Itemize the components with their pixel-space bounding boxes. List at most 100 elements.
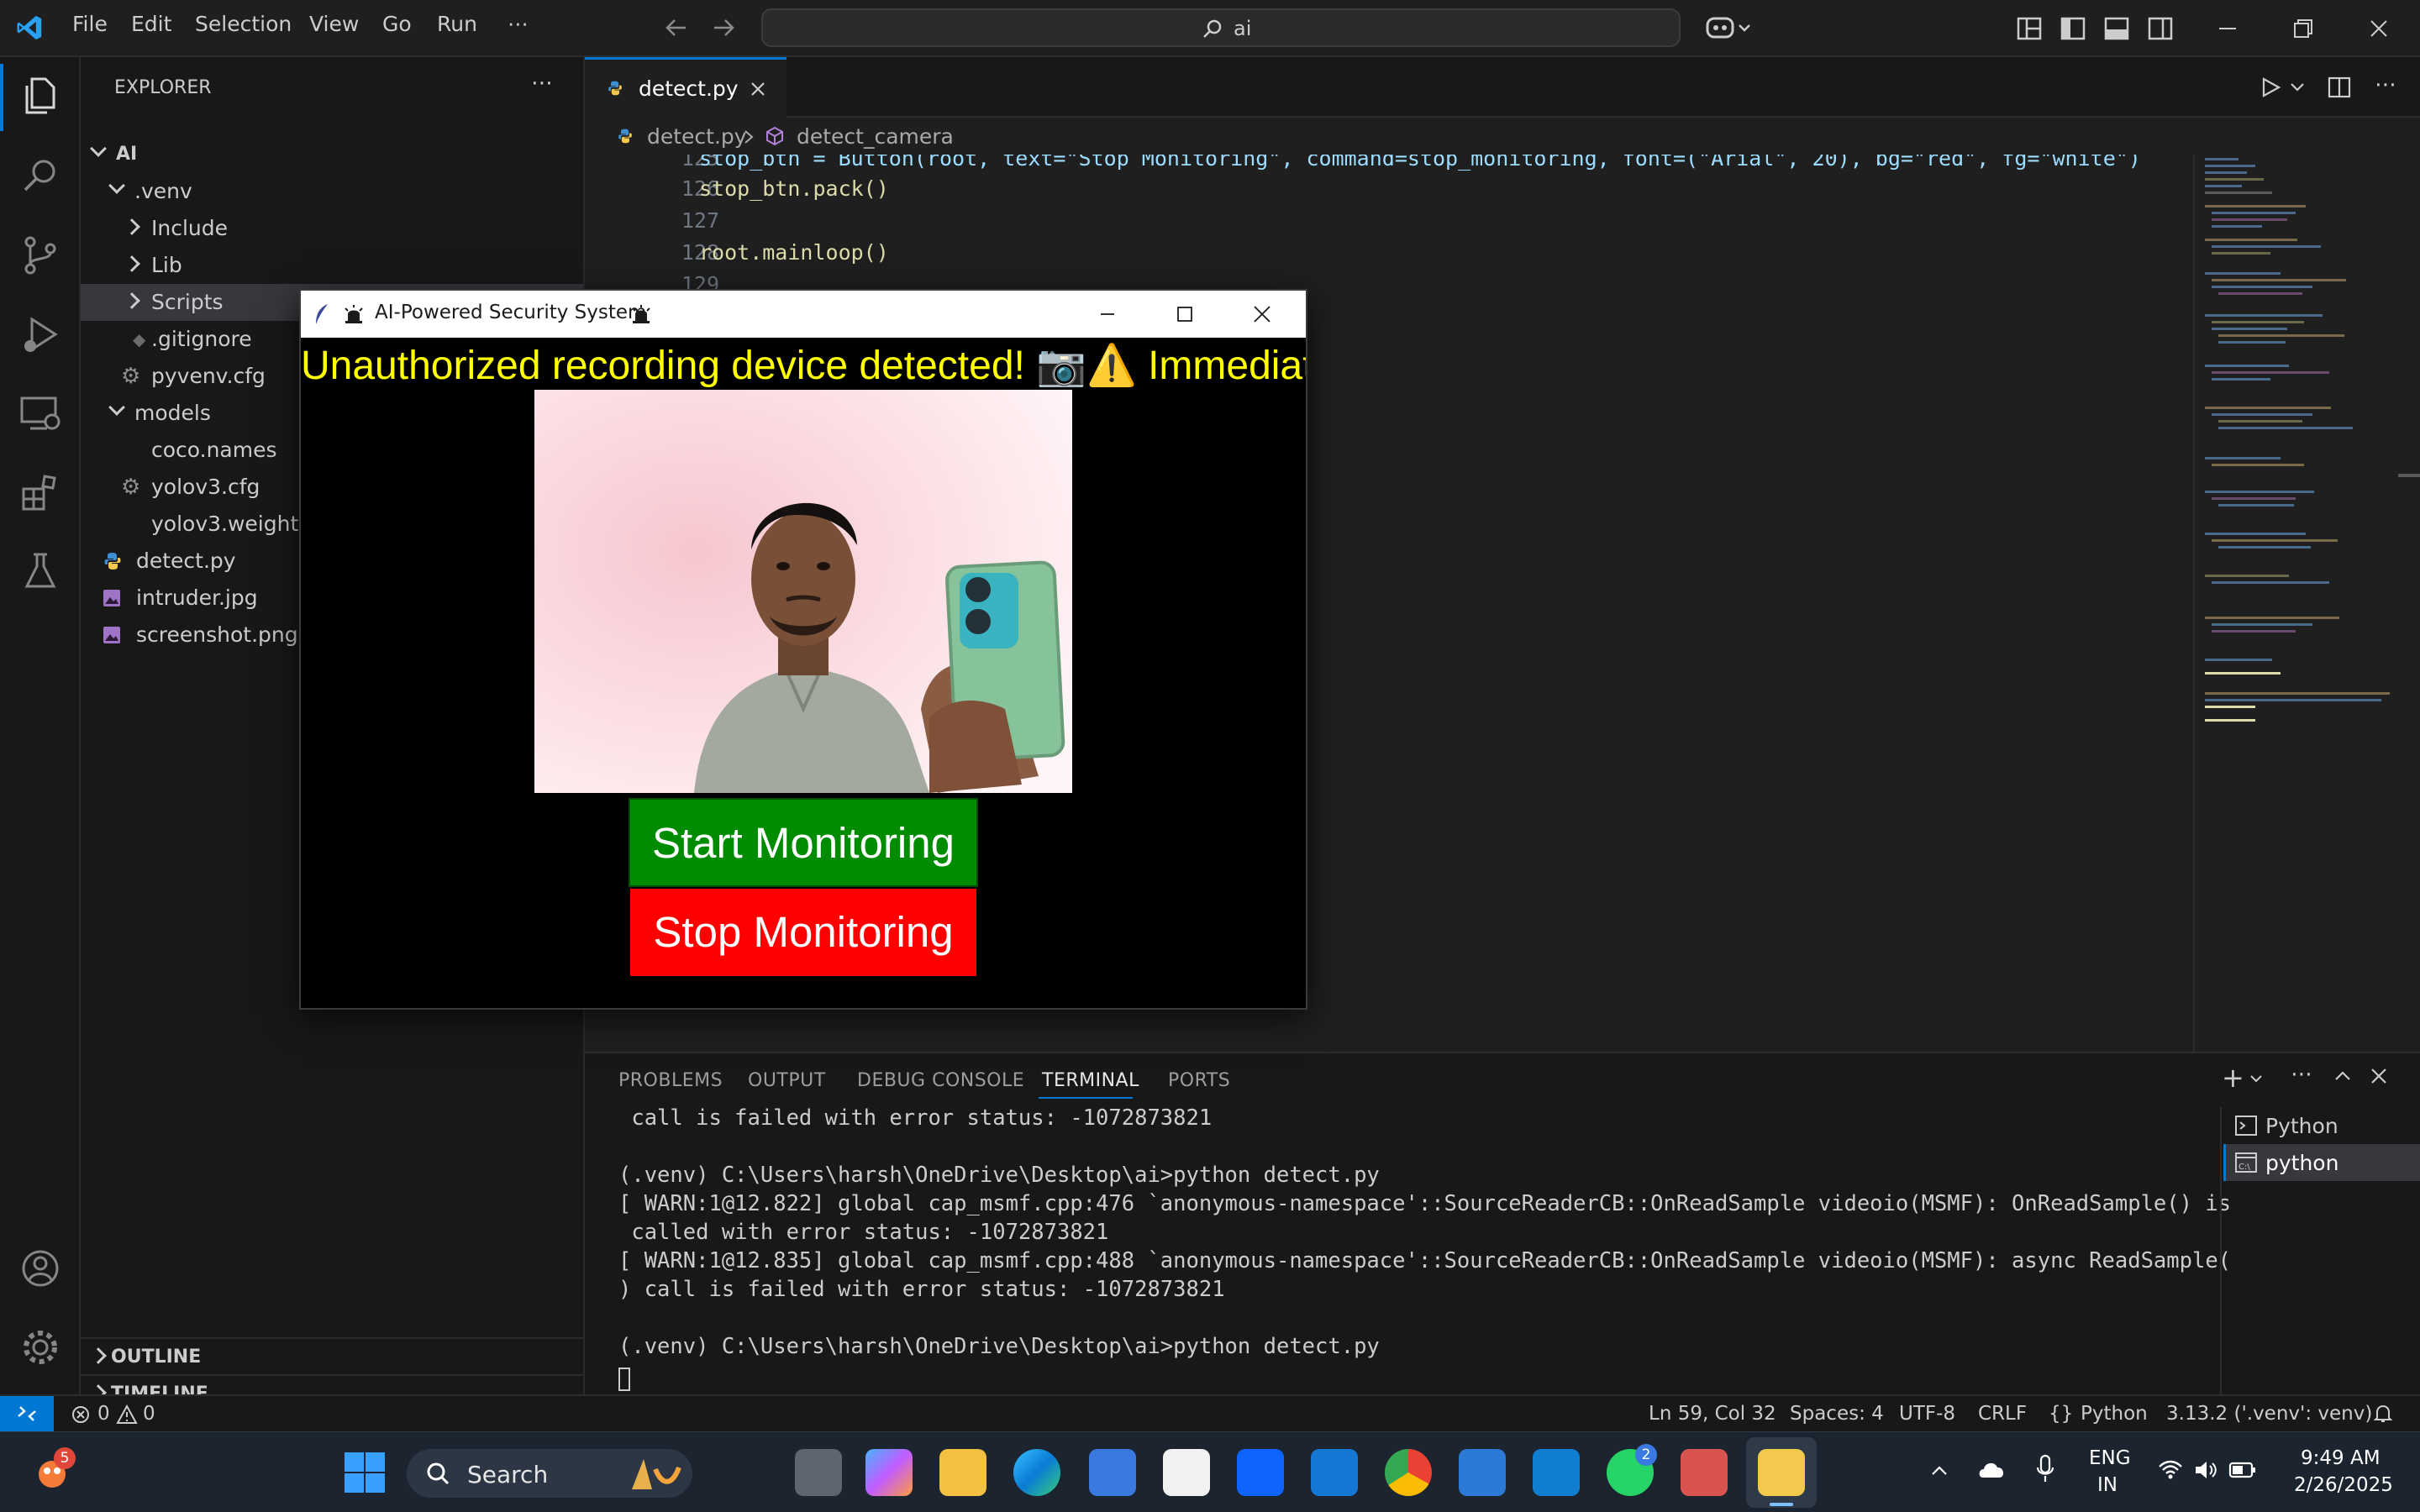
panel-tab-output[interactable]: OUTPUT bbox=[748, 1070, 826, 1091]
window-close-button[interactable] bbox=[2341, 0, 2417, 57]
window-restore-button[interactable] bbox=[2265, 0, 2341, 57]
source-control-icon[interactable] bbox=[17, 232, 64, 279]
chrome-icon[interactable] bbox=[1385, 1449, 1432, 1496]
command-center-search[interactable]: ai bbox=[761, 8, 1681, 47]
run-python-file-icon[interactable] bbox=[2259, 76, 2282, 99]
chevron-up-icon[interactable] bbox=[1929, 1464, 1949, 1478]
copilot-icon[interactable] bbox=[1704, 13, 1754, 42]
tab-detect-py[interactable]: detect.py bbox=[585, 57, 786, 118]
whatsapp-icon[interactable]: 2 bbox=[1607, 1444, 1657, 1496]
tk-maximize-button[interactable] bbox=[1146, 291, 1223, 338]
region-indicator[interactable]: IN bbox=[2097, 1474, 2118, 1496]
close-tab-icon[interactable] bbox=[750, 81, 766, 97]
language-mode[interactable]: Python bbox=[2081, 1403, 2148, 1425]
tree-item-include[interactable]: Include bbox=[81, 210, 583, 247]
indentation[interactable]: Spaces: 4 bbox=[1790, 1403, 1884, 1425]
python-tk-taskbar-button[interactable] bbox=[1746, 1437, 1817, 1508]
toggle-secondary-sidebar-icon[interactable] bbox=[2148, 17, 2173, 40]
toggle-panel-icon[interactable] bbox=[2104, 17, 2129, 40]
taskbar-search-box[interactable]: Search bbox=[407, 1449, 692, 1498]
vscode-taskbar-icon[interactable] bbox=[1533, 1449, 1580, 1496]
widgets-button[interactable]: 5 bbox=[30, 1447, 77, 1494]
encoding[interactable]: UTF-8 bbox=[1899, 1403, 1955, 1425]
camera-feed bbox=[534, 390, 1072, 793]
terminal-list-item-python-active[interactable]: C:\ python bbox=[2223, 1144, 2420, 1181]
menu-more[interactable]: ⋯ bbox=[508, 12, 529, 36]
close-panel-icon[interactable] bbox=[2370, 1067, 2388, 1085]
tree-item-venv[interactable]: .venv bbox=[81, 173, 583, 210]
breadcrumb-file[interactable]: detect.py bbox=[647, 124, 747, 149]
menu-run[interactable]: Run bbox=[437, 12, 477, 36]
explorer-files-icon[interactable] bbox=[17, 72, 64, 119]
security-window-titlebar[interactable]: AI-Powered Security System bbox=[301, 291, 1306, 338]
snipping-tool-icon[interactable] bbox=[1681, 1449, 1728, 1496]
microphone-icon[interactable] bbox=[2035, 1454, 2055, 1484]
edge-browser-icon[interactable] bbox=[1013, 1449, 1060, 1496]
menu-edit[interactable]: Edit bbox=[131, 12, 171, 36]
copilot-app-icon[interactable] bbox=[865, 1449, 913, 1496]
new-terminal-button[interactable]: + bbox=[2222, 1062, 2244, 1094]
menu-file[interactable]: File bbox=[72, 12, 108, 36]
tk-close-button[interactable] bbox=[1223, 291, 1301, 338]
dropbox-icon[interactable] bbox=[1237, 1449, 1284, 1496]
tree-item-lib[interactable]: Lib bbox=[81, 247, 583, 284]
wifi-icon[interactable] bbox=[2158, 1459, 2183, 1481]
cursor-position[interactable]: Ln 59, Col 32 bbox=[1649, 1403, 1776, 1425]
maximize-panel-icon[interactable] bbox=[2333, 1068, 2353, 1084]
customize-layout-icon[interactable] bbox=[2017, 17, 2042, 40]
outline-section[interactable]: OUTLINE bbox=[81, 1337, 583, 1374]
battery-icon[interactable] bbox=[2228, 1461, 2257, 1479]
extensions-icon[interactable] bbox=[17, 469, 64, 516]
notifications-bell-icon[interactable] bbox=[2373, 1403, 2393, 1425]
task-view-icon[interactable] bbox=[795, 1449, 842, 1496]
clock-date[interactable]: 2/26/2025 bbox=[2294, 1474, 2393, 1496]
stop-monitoring-button[interactable]: Stop Monitoring bbox=[630, 889, 976, 976]
window-minimize-button[interactable] bbox=[2190, 0, 2265, 57]
manage-gear-icon[interactable] bbox=[17, 1324, 64, 1371]
chevron-down-icon[interactable] bbox=[2249, 1074, 2264, 1085]
panel-tab-terminal[interactable]: TERMINAL bbox=[1042, 1070, 1139, 1091]
panel-tab-debug-console[interactable]: DEBUG CONSOLE bbox=[857, 1070, 1024, 1091]
remote-explorer-icon[interactable] bbox=[17, 390, 64, 437]
terminal-output[interactable]: call is failed with error status: -10728… bbox=[585, 1100, 2231, 1396]
forward-arrow-icon[interactable] bbox=[711, 17, 736, 39]
clock-time[interactable]: 9:49 AM bbox=[2301, 1447, 2381, 1469]
microsoft-store-icon[interactable] bbox=[1089, 1449, 1136, 1496]
back-arrow-icon[interactable] bbox=[664, 17, 689, 39]
accounts-icon[interactable] bbox=[17, 1245, 64, 1292]
minimap[interactable] bbox=[2193, 155, 2395, 1052]
split-editor-icon[interactable] bbox=[2328, 76, 2351, 99]
python-interpreter[interactable]: 3.13.2 ('.venv': venv) bbox=[2166, 1403, 2372, 1425]
editor-more-actions[interactable]: ⋯ bbox=[2375, 72, 2396, 97]
scrollbar-thumb[interactable] bbox=[2398, 474, 2420, 477]
toggle-sidebar-icon[interactable] bbox=[2060, 17, 2086, 40]
file-explorer-icon[interactable] bbox=[939, 1449, 986, 1496]
remote-indicator[interactable] bbox=[0, 1396, 54, 1431]
tree-root-ai[interactable]: AI bbox=[81, 136, 583, 173]
explorer-more-button[interactable]: ⋯ bbox=[531, 71, 553, 96]
editor-scrollbar[interactable] bbox=[2395, 155, 2420, 1052]
menu-go[interactable]: Go bbox=[382, 12, 412, 36]
menu-selection[interactable]: Selection bbox=[195, 12, 292, 36]
start-monitoring-button[interactable]: Start Monitoring bbox=[629, 798, 978, 887]
menu-view[interactable]: View bbox=[309, 12, 359, 36]
outlook-icon[interactable] bbox=[1311, 1449, 1358, 1496]
panel-tab-problems[interactable]: PROBLEMS bbox=[618, 1070, 723, 1091]
amazon-icon[interactable] bbox=[1163, 1449, 1210, 1496]
panel-tab-ports[interactable]: PORTS bbox=[1168, 1070, 1230, 1091]
terminal-list-item-python[interactable]: Python bbox=[2223, 1107, 2420, 1144]
line-endings[interactable]: CRLF bbox=[1978, 1403, 2027, 1425]
breadcrumb-symbol[interactable]: detect_camera bbox=[797, 124, 954, 149]
tk-minimize-button[interactable] bbox=[1069, 291, 1146, 338]
run-debug-icon[interactable] bbox=[17, 311, 64, 358]
notepad-icon[interactable] bbox=[1459, 1449, 1506, 1496]
testing-flask-icon[interactable] bbox=[17, 548, 64, 595]
panel-more-button[interactable]: ⋯ bbox=[2291, 1062, 2312, 1087]
windows-start-icon[interactable] bbox=[343, 1451, 387, 1494]
volume-icon[interactable] bbox=[2193, 1459, 2218, 1481]
search-icon[interactable] bbox=[17, 153, 64, 200]
terminal-name: python bbox=[2265, 1151, 2339, 1175]
language-indicator[interactable]: ENG bbox=[2089, 1447, 2131, 1469]
onedrive-cloud-icon[interactable] bbox=[1976, 1457, 2007, 1481]
chevron-down-icon[interactable] bbox=[2289, 81, 2306, 94]
